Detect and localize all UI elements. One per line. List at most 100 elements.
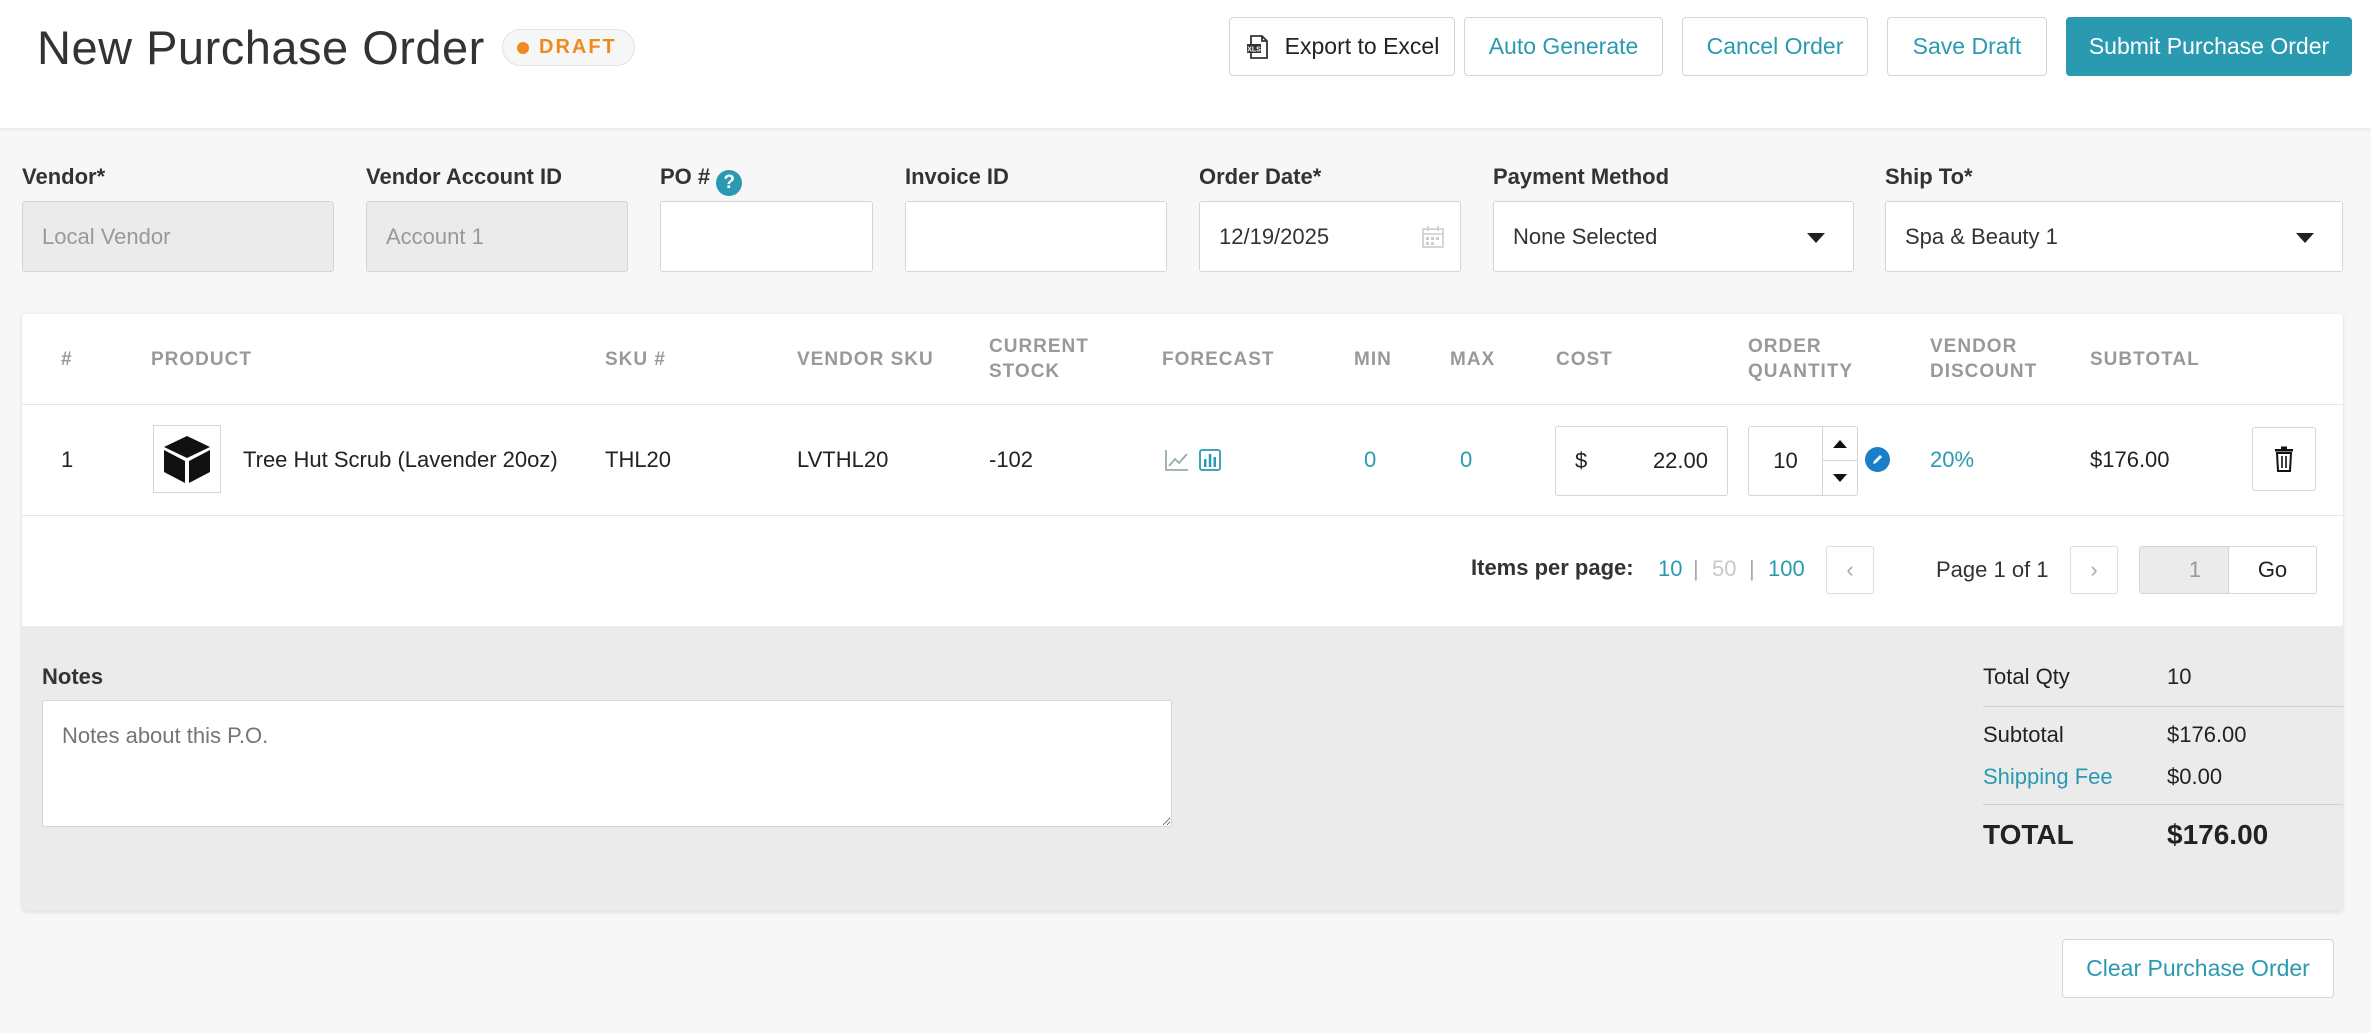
notes-textarea[interactable] [42, 700, 1172, 827]
min-value[interactable]: 0 [1364, 405, 1376, 515]
po-number-input[interactable] [680, 202, 853, 271]
shipping-fee-link[interactable]: Shipping Fee [1983, 764, 2113, 790]
pencil-icon[interactable] [1865, 447, 1890, 472]
page-header: New Purchase Order DRAFT XLS Export to E… [0, 0, 2371, 128]
column-header-min: MIN [1354, 348, 1392, 370]
save-draft-button[interactable]: Save Draft [1887, 17, 2047, 76]
row-index: 1 [61, 447, 74, 472]
export-to-excel-button[interactable]: XLS Export to Excel [1229, 17, 1455, 76]
subtotal-value: $176.00 [2090, 447, 2170, 472]
table-row: 1 Tree Hut Scrub (Lavender 20oz) THL20 L… [22, 404, 2343, 516]
totals-divider [1983, 706, 2343, 707]
export-to-excel-label: Export to Excel [1284, 33, 1440, 59]
shipping-fee-value: $0.00 [2167, 764, 2223, 789]
column-header-product: PRODUCT [151, 348, 252, 370]
total-qty-label: Total Qty [1983, 664, 2070, 689]
status-badge: DRAFT [502, 29, 635, 66]
quantity-increment-button[interactable] [1822, 427, 1857, 461]
items-per-page-label: Items per page: [1471, 555, 1634, 580]
per-page-option-100[interactable]: 100 [1768, 556, 1805, 582]
notes-label: Notes [42, 664, 104, 689]
po-number-label: PO #? [660, 164, 743, 196]
per-page-option-10[interactable]: 10 [1658, 556, 1682, 582]
chevron-down-icon [1807, 233, 1825, 243]
arrow-up-icon [1832, 439, 1847, 448]
order-date-value: 12/19/2025 [1219, 223, 1330, 249]
vendor-field: Local Vendor [22, 201, 334, 272]
order-summary-panel: Notes Total Qty 10 Subtotal $176.00 Ship… [22, 626, 2343, 911]
po-number-field[interactable] [660, 201, 873, 272]
column-header-subtotal: SUBTOTAL [2090, 348, 2200, 370]
vendor-discount-value[interactable]: 20% [1930, 405, 1974, 515]
invoice-id-label: Invoice ID [905, 164, 1009, 189]
bar-chart-icon[interactable] [1198, 448, 1222, 472]
quantity-decrement-button[interactable] [1822, 461, 1857, 495]
delete-row-button[interactable] [2252, 427, 2316, 491]
auto-generate-button[interactable]: Auto Generate [1464, 17, 1663, 76]
vendor-sku-value: LVTHL20 [797, 447, 889, 472]
status-dot-icon [517, 41, 529, 54]
order-date-label: Order Date* [1199, 164, 1322, 189]
payment-method-select[interactable]: None Selected [1493, 201, 1854, 272]
subtotal-total-value: $176.00 [2167, 722, 2247, 747]
vendor-account-value: Account 1 [386, 223, 484, 249]
pager-separator: | [1693, 556, 1699, 581]
order-quantity-input[interactable]: 10 [1748, 426, 1823, 496]
forecast-icons [1164, 405, 1222, 515]
product-name[interactable]: Tree Hut Scrub (Lavender 20oz) [243, 405, 558, 515]
svg-text:XLS: XLS [1247, 46, 1261, 53]
column-header-vendor-sku: VENDOR SKU [797, 348, 934, 370]
subtotal-label: Subtotal [1983, 722, 2064, 747]
previous-page-button[interactable]: ‹ [1826, 546, 1874, 594]
clear-purchase-order-button[interactable]: Clear Purchase Order [2062, 939, 2334, 998]
ship-to-select[interactable]: Spa & Beauty 1 [1885, 201, 2343, 272]
total-qty-value: 10 [2167, 664, 2192, 689]
quantity-stepper[interactable] [1822, 426, 1858, 496]
vendor-account-field: Account 1 [366, 201, 628, 272]
order-quantity-value: 10 [1773, 448, 1798, 473]
invoice-id-input[interactable] [925, 202, 1147, 271]
line-chart-icon[interactable] [1164, 448, 1190, 472]
column-header-forecast: FORECAST [1162, 348, 1275, 370]
column-header-order-quantity: ORDER QUANTITY [1748, 336, 1854, 382]
order-date-field[interactable]: 12/19/2025 [1199, 201, 1461, 272]
vendor-account-label: Vendor Account ID [366, 164, 562, 189]
invoice-id-field[interactable] [905, 201, 1167, 272]
vendor-value: Local Vendor [42, 223, 171, 249]
box-icon [164, 436, 210, 483]
next-page-button[interactable]: › [2070, 546, 2118, 594]
column-header-max: MAX [1450, 348, 1496, 370]
calendar-icon[interactable] [1420, 224, 1446, 250]
ship-to-value: Spa & Beauty 1 [1905, 223, 2058, 249]
cost-value: 22.00 [1652, 448, 1708, 473]
vendor-label: Vendor* [22, 164, 106, 189]
excel-file-icon: XLS [1246, 34, 1268, 59]
max-value[interactable]: 0 [1460, 405, 1472, 515]
column-header-current-stock: CURRENT STOCK [989, 336, 1089, 382]
cost-input[interactable]: $ 22.00 [1555, 426, 1728, 496]
totals-divider [1983, 804, 2343, 805]
sku-value: THL20 [605, 447, 672, 472]
cancel-order-button[interactable]: Cancel Order [1682, 17, 1868, 76]
po-number-label-text: PO # [660, 164, 711, 189]
page-title: New Purchase Order [37, 21, 485, 74]
product-thumbnail [153, 425, 221, 493]
cost-currency: $ [1575, 448, 1588, 473]
ship-to-label: Ship To* [1885, 164, 1973, 189]
grand-total-value: $176.00 [2167, 819, 2269, 850]
trash-icon [2275, 446, 2293, 472]
go-button[interactable]: Go [2228, 546, 2317, 594]
payment-method-label: Payment Method [1493, 164, 1670, 189]
grand-total-label: TOTAL [1983, 819, 2074, 850]
help-icon[interactable]: ? [716, 170, 743, 196]
pencil-icon-glyph [1873, 455, 1882, 464]
status-badge-label: DRAFT [539, 36, 617, 58]
column-header-index: # [61, 348, 73, 370]
chevron-down-icon [2296, 233, 2314, 243]
order-items-card: # PRODUCT SKU # VENDOR SKU CURRENT STOCK… [22, 314, 2343, 911]
submit-purchase-order-button[interactable]: Submit Purchase Order [2066, 17, 2352, 76]
payment-method-value: None Selected [1513, 223, 1658, 249]
pager-separator: | [1749, 556, 1755, 581]
current-stock-value: -102 [989, 447, 1034, 472]
per-page-option-50[interactable]: 50 [1712, 556, 1736, 582]
